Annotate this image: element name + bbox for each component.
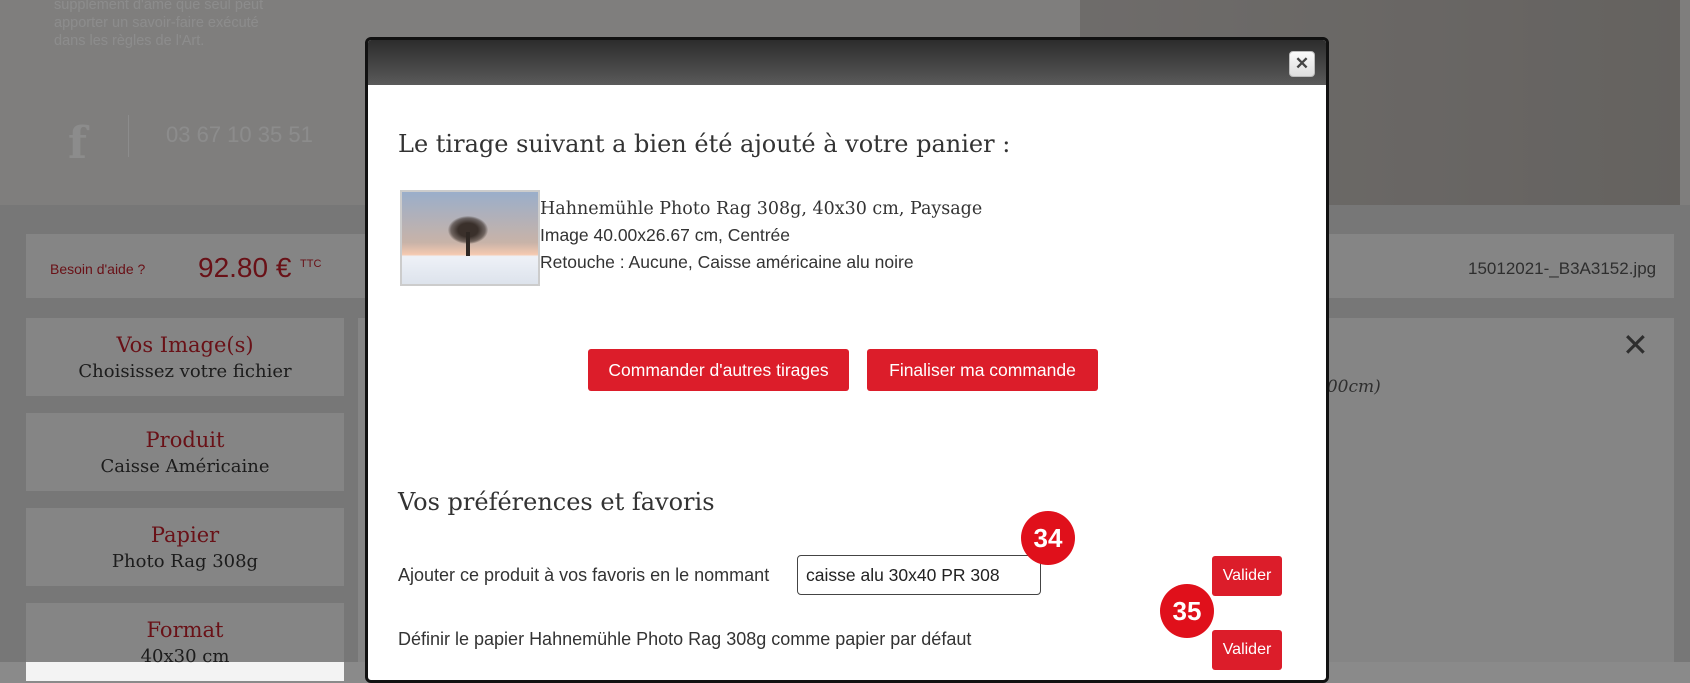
step-badge-34: 34 — [1021, 511, 1075, 565]
preferences-title: Vos préférences et favoris — [398, 488, 715, 516]
product-thumbnail — [400, 190, 540, 286]
modal-title: Le tirage suivant a bien été ajouté à vo… — [398, 130, 1011, 158]
product-image-line: Image 40.00x26.67 cm, Centrée — [540, 225, 791, 245]
product-retouch-line: Retouche : Aucune, Caisse américaine alu… — [540, 252, 914, 272]
tree-trunk — [466, 232, 470, 256]
close-icon[interactable]: ✕ — [1289, 51, 1315, 77]
default-paper-label: Définir le papier Hahnemühle Photo Rag 3… — [398, 629, 972, 649]
step-badge-35: 35 — [1160, 584, 1214, 638]
validate-favorite-button[interactable]: Valider — [1212, 556, 1282, 596]
product-paper-line: Hahnemühle Photo Rag 308g, 40x30 cm, Pay… — [540, 199, 983, 219]
validate-default-paper-button[interactable]: Valider — [1212, 630, 1282, 670]
order-more-button[interactable]: Commander d'autres tirages — [588, 349, 849, 391]
favorite-label: Ajouter ce produit à vos favoris en le n… — [398, 565, 770, 585]
modal-header — [368, 40, 1326, 85]
finalize-order-button[interactable]: Finaliser ma commande — [867, 349, 1098, 391]
favorite-name-input[interactable] — [797, 555, 1041, 595]
